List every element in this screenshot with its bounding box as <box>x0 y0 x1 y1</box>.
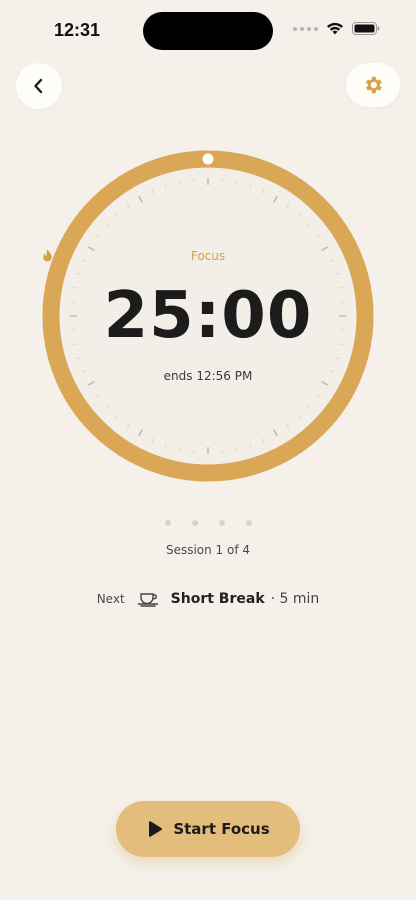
settings-button[interactable] <box>346 63 400 107</box>
session-dot <box>164 520 171 526</box>
play-icon <box>149 821 163 837</box>
wifi-icon <box>327 22 343 35</box>
dynamic-island <box>143 12 273 50</box>
next-label: Next <box>96 592 125 606</box>
battery-icon <box>352 22 380 35</box>
end-time-label: ends 12:56 PM <box>163 369 253 383</box>
flame-icon <box>43 249 52 262</box>
mode-text: Focus <box>190 249 226 263</box>
next-session-name: Short Break <box>170 591 265 607</box>
cup-icon <box>137 591 159 607</box>
back-button[interactable] <box>16 63 62 109</box>
gear-icon <box>365 76 382 94</box>
next-session-duration: · 5 min <box>270 591 320 607</box>
mode-label: Focus <box>42 249 374 263</box>
session-dot <box>191 520 198 526</box>
session-label: Session 1 of 4 <box>165 543 251 557</box>
signal-dots-icon <box>293 26 318 31</box>
start-focus-button[interactable]: Start Focus <box>116 801 300 857</box>
status-icons <box>293 22 380 35</box>
time-display: 25:00 <box>103 279 313 353</box>
session-dot <box>218 520 225 526</box>
status-bar: 12:31 <box>0 0 416 62</box>
start-focus-label: Start Focus <box>173 820 270 838</box>
chevron-left-icon <box>34 78 43 94</box>
next-up-row: Next Short Break · 5 min <box>0 591 416 607</box>
status-time: 12:31 <box>54 20 101 40</box>
session-dot <box>245 520 252 526</box>
session-indicator <box>0 520 416 526</box>
timer-readout: Focus 25:00 ends 12:56 PM <box>42 150 374 482</box>
timer-dial[interactable]: Focus 25:00 ends 12:56 PM <box>42 150 374 482</box>
